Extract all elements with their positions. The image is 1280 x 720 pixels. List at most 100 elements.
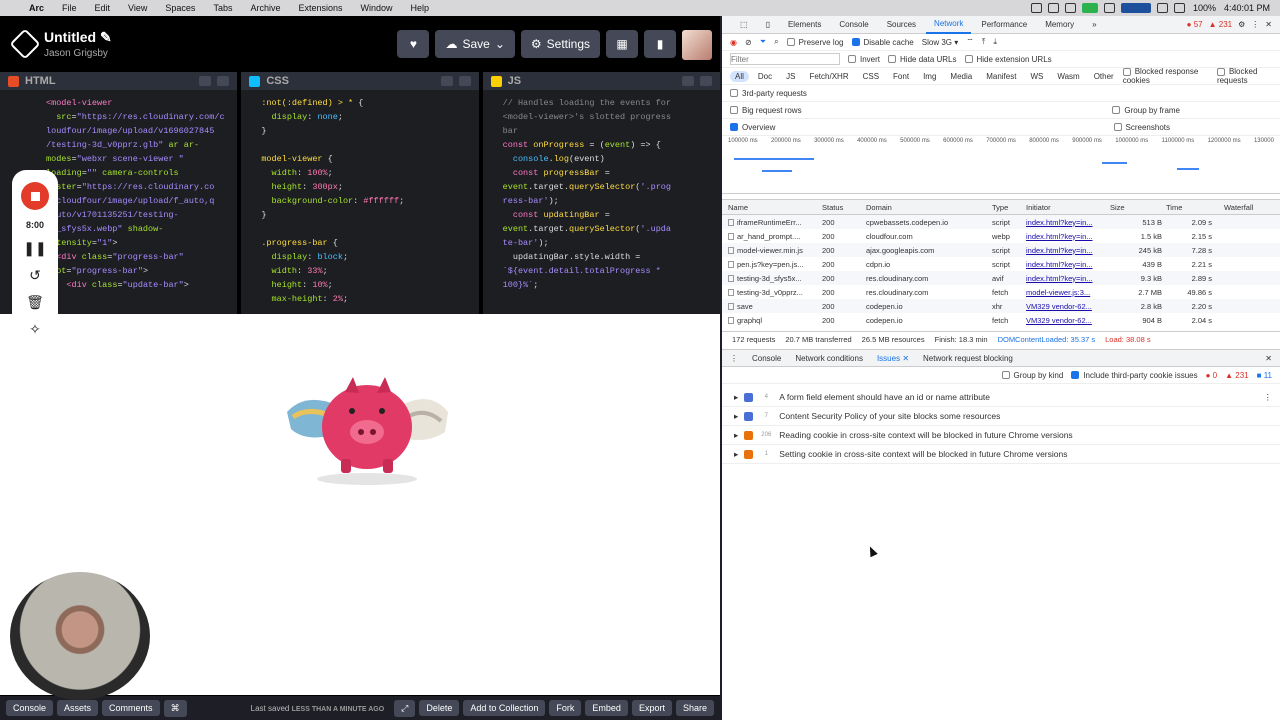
issue-item[interactable]: ▸ 1 Setting cookie in cross-site context… [722, 445, 1280, 464]
settings-icon[interactable] [199, 76, 212, 86]
pause-icon[interactable]: ❚❚ [23, 240, 46, 257]
table-row[interactable]: save 200 codepen.io xhr VM329 vendor-62.… [722, 299, 1280, 313]
settings-icon[interactable] [681, 76, 694, 86]
chevron-down-icon[interactable] [217, 76, 230, 86]
menu-view[interactable]: View [119, 3, 156, 13]
timeline-overview[interactable]: 100000 ms 200000 ms 300000 ms 400000 ms … [722, 138, 1280, 194]
big-request-rows-checkbox[interactable]: Big request rows [730, 106, 802, 115]
group-by-kind-checkbox[interactable]: Group by kind [1001, 371, 1063, 380]
record-icon[interactable]: ◉ [730, 38, 737, 47]
settings-button[interactable]: ⚙ Settings [520, 30, 600, 58]
menu-edit[interactable]: Edit [86, 3, 120, 13]
col-initiator[interactable]: Initiator [1022, 203, 1110, 212]
comments-button[interactable]: Comments [102, 700, 160, 716]
cell-initiator[interactable]: index.html?key=in... [1022, 274, 1110, 283]
device-toggle-icon[interactable]: ▯ [758, 16, 778, 34]
heart-button[interactable]: ♥ [397, 30, 430, 58]
save-button[interactable]: ☁ Save ⌄ [435, 30, 515, 58]
drawer-tab-issues[interactable]: Issues ✕ [877, 354, 909, 363]
issue-item[interactable]: ▸ 206 Reading cookie in cross-site conte… [722, 426, 1280, 445]
tab-network[interactable]: Network [926, 16, 972, 34]
tray-icon[interactable] [1030, 3, 1042, 13]
css-editor[interactable]: CSS :not(:defined) > * { display: none; … [241, 72, 479, 314]
cell-initiator[interactable]: index.html?key=in... [1022, 246, 1110, 255]
screenshots-checkbox[interactable]: Screenshots [1113, 123, 1170, 132]
export-button[interactable]: Export [631, 700, 672, 716]
cell-initiator[interactable]: VM329 vendor-62... [1022, 316, 1110, 325]
menu-file[interactable]: File [53, 3, 86, 13]
kebab-icon[interactable]: ⋮ [1251, 20, 1259, 29]
table-row[interactable]: testing-3d_v0pprz... 200 res.cloudinary.… [722, 285, 1280, 299]
add-to-collection-button[interactable]: Add to Collection [463, 700, 546, 716]
expand-arrow-icon[interactable]: ▸ [734, 411, 738, 422]
effects-icon[interactable]: ✧ [29, 321, 41, 338]
battery-percent[interactable]: 100% [1193, 3, 1216, 13]
menu-extensions[interactable]: Extensions [289, 3, 351, 13]
error-count[interactable]: ● 57 [1187, 20, 1203, 29]
tab-elements[interactable]: Elements [780, 16, 829, 34]
col-status[interactable]: Status [816, 203, 860, 212]
trash-icon[interactable]: 🗑 [26, 294, 44, 311]
export-icon[interactable]: ⤓ [993, 37, 997, 47]
tab-console[interactable]: Console [831, 16, 876, 34]
inspect-icon[interactable]: ⬚ [732, 16, 756, 34]
type-filter-css[interactable]: CSS [858, 71, 884, 82]
table-row[interactable]: graphql 200 codepen.io fetch VM329 vendo… [722, 313, 1280, 327]
cell-initiator[interactable]: index.html?key=in... [1022, 260, 1110, 269]
group-by-frame-checkbox[interactable]: Group by frame [1112, 106, 1180, 115]
pen-title[interactable]: Untitled [44, 29, 96, 45]
issue-item[interactable]: ▸ 7 Content Security Policy of your site… [722, 407, 1280, 426]
preserve-log-checkbox[interactable]: Preserve log [786, 38, 844, 47]
chevron-down-icon[interactable] [458, 76, 471, 86]
type-filter-other[interactable]: Other [1089, 71, 1119, 82]
type-filter-ws[interactable]: WS [1025, 71, 1048, 82]
type-filter-fetch[interactable]: Fetch/XHR [804, 71, 853, 82]
menu-archive[interactable]: Archive [241, 3, 289, 13]
type-filter-font[interactable]: Font [888, 71, 914, 82]
expand-arrow-icon[interactable]: ▸ [734, 449, 738, 460]
avatar[interactable] [682, 30, 712, 60]
js-code[interactable]: // Handles loading the events for <model… [483, 90, 720, 292]
layout-button[interactable]: ▦ [606, 30, 638, 58]
col-waterfall[interactable]: Waterfall [1216, 203, 1280, 212]
settings-icon[interactable] [440, 76, 453, 86]
blocked-response-cookies-checkbox[interactable]: Blocked response cookies [1122, 67, 1213, 85]
hide-extension-urls-checkbox[interactable]: Hide extension URLs [964, 55, 1052, 64]
menu-clock[interactable]: 4:40:01 PM [1224, 3, 1270, 13]
col-name[interactable]: Name [722, 203, 816, 212]
full-page-icon[interactable]: ⤢ [394, 699, 416, 717]
table-row[interactable]: model-viewer.min.js 200 ajax.googleapis.… [722, 243, 1280, 257]
cell-initiator[interactable]: index.html?key=in... [1022, 232, 1110, 241]
tab-memory[interactable]: Memory [1037, 16, 1082, 34]
tray-icon[interactable] [1103, 3, 1115, 13]
import-icon[interactable]: ⤒ [982, 37, 986, 47]
hide-data-urls-checkbox[interactable]: Hide data URLs [888, 55, 957, 64]
tray-icon[interactable] [1156, 3, 1168, 13]
clear-icon[interactable]: ⊘ [745, 38, 752, 47]
type-filter-js[interactable]: JS [781, 71, 800, 82]
drawer-tab-request-blocking[interactable]: Network request blocking [923, 354, 1013, 363]
embed-button[interactable]: Embed [585, 700, 628, 716]
stop-recording-button[interactable] [21, 182, 49, 210]
col-time[interactable]: Time [1166, 203, 1216, 212]
tray-icon[interactable] [1064, 3, 1076, 13]
invert-checkbox[interactable]: Invert [848, 55, 880, 64]
piggy-bank-model[interactable] [285, 367, 450, 487]
webcam-bubble[interactable] [10, 572, 150, 700]
tab-sources[interactable]: Sources [879, 16, 924, 34]
css-code[interactable]: :not(:defined) > * { display: none; } mo… [241, 90, 478, 306]
issue-item[interactable]: ▸ 4 A form field element should have an … [722, 388, 1280, 407]
close-tab-icon[interactable]: ✕ [902, 354, 909, 363]
col-size[interactable]: Size [1110, 203, 1166, 212]
assets-button[interactable]: Assets [57, 700, 99, 716]
throttle-select[interactable]: Slow 3G ▾ [922, 38, 958, 47]
close-icon[interactable]: ✕ [1265, 20, 1272, 29]
disable-cache-checkbox[interactable]: Disable cache [851, 38, 914, 47]
table-row[interactable]: pen.js?key=pen.js... 200 cdpn.io script … [722, 257, 1280, 271]
drawer-menu-icon[interactable]: ⋮ [730, 354, 738, 363]
pen-author[interactable]: Jason Grigsby [44, 48, 112, 59]
type-filter-all[interactable]: All [730, 70, 749, 82]
wifi-settings-icon[interactable]: ⌔ [966, 37, 974, 47]
type-filter-wasm[interactable]: Wasm [1052, 71, 1084, 82]
type-filter-doc[interactable]: Doc [753, 71, 777, 82]
